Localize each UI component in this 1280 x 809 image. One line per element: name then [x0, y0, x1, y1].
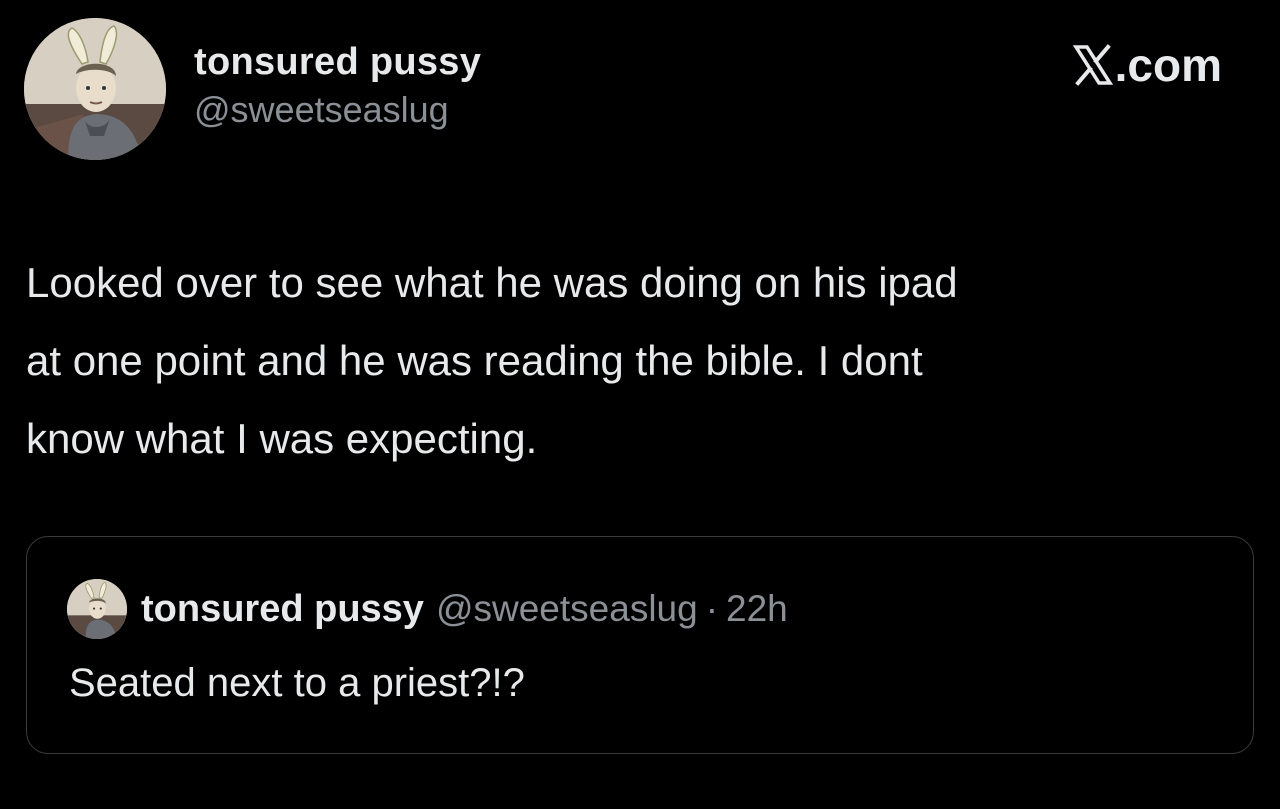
brand-domain-label: .com [1114, 39, 1222, 91]
monk-bunny-avatar-icon [67, 579, 127, 639]
tweet-screenshot: tonsured pussy @sweetseaslug .com Looked… [0, 0, 1280, 809]
quoted-tweet-text: Seated next to a priest?!? [69, 661, 525, 705]
x-logo-icon [1072, 44, 1113, 86]
author-info: tonsured pussy @sweetseaslug [194, 40, 481, 132]
quoted-tweet[interactable]: tonsured pussy @sweetseaslug · 22h Seate… [26, 536, 1254, 754]
quoted-display-name[interactable]: tonsured pussy [141, 588, 424, 631]
quoted-tweet-header: tonsured pussy @sweetseaslug · 22h [67, 579, 788, 639]
x-com-watermark: .com [1072, 39, 1222, 91]
monk-bunny-avatar-icon [24, 18, 166, 160]
separator-dot: · [705, 588, 719, 629]
quoted-timestamp[interactable]: 22h [726, 588, 788, 630]
tweet-text: Looked over to see what he was doing on … [26, 259, 958, 462]
avatar[interactable] [24, 18, 166, 160]
quoted-handle[interactable]: @sweetseaslug [436, 588, 698, 630]
tweet-header: tonsured pussy @sweetseaslug .com [24, 18, 1256, 164]
quoted-avatar[interactable] [67, 579, 127, 639]
author-handle[interactable]: @sweetseaslug [194, 88, 481, 132]
author-display-name[interactable]: tonsured pussy [194, 40, 481, 84]
